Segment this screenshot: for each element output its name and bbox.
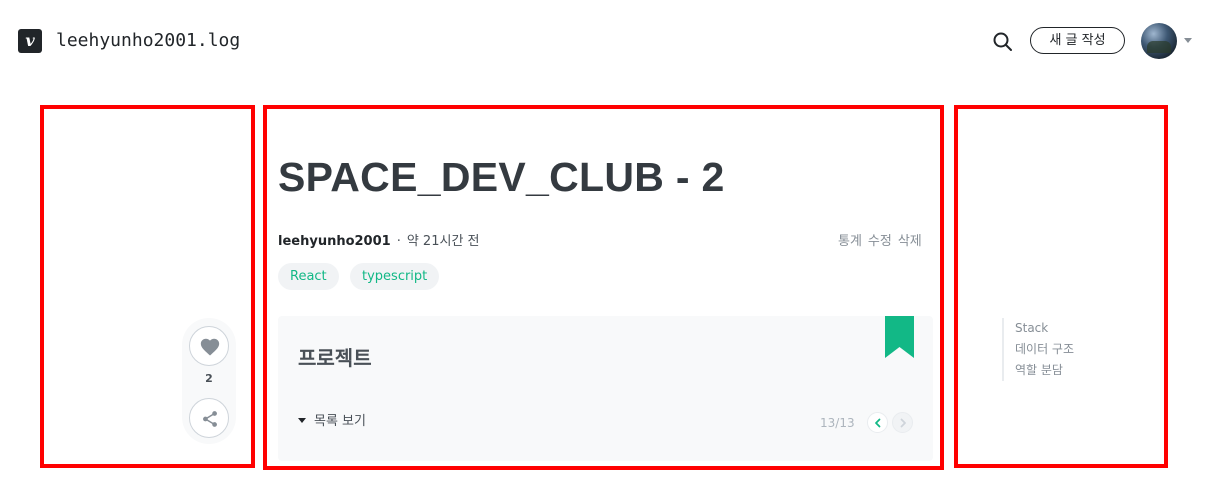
chevron-right-icon (900, 418, 906, 428)
toc-item-stack[interactable]: Stack (1015, 318, 1074, 339)
toc-item-data-structure[interactable]: 데이터 구조 (1015, 339, 1074, 360)
share-button[interactable] (189, 398, 229, 438)
velog-logo[interactable]: v (18, 29, 42, 53)
annotation-box-right (954, 105, 1168, 468)
series-next-button[interactable] (892, 412, 913, 433)
caret-down-icon[interactable] (1184, 38, 1192, 43)
series-card: 프로젝트 목록 보기 13/13 (278, 316, 933, 461)
search-button[interactable] (990, 29, 1016, 55)
share-icon (203, 411, 217, 427)
tag-typescript[interactable]: typescript (350, 263, 440, 290)
search-icon (993, 32, 1012, 51)
table-of-contents: Stack 데이터 구조 역할 분담 (1002, 318, 1074, 381)
caret-down-icon (298, 418, 306, 423)
series-list-toggle[interactable]: 목록 보기 (298, 413, 366, 431)
post-owner-actions: 통계 수정 삭제 (838, 233, 922, 251)
series-progress: 13/13 (820, 416, 855, 430)
delete-button[interactable]: 삭제 (898, 234, 922, 249)
tag-react[interactable]: React (278, 263, 339, 290)
stats-button[interactable]: 통계 (838, 234, 862, 249)
bookmark-icon (885, 316, 914, 358)
blog-name-link[interactable]: leehyunho2001.log (56, 29, 240, 53)
post-meta: leehyunho2001 · 약 21시간 전 (278, 233, 480, 251)
meta-separator: · (396, 234, 401, 249)
edit-button[interactable]: 수정 (868, 234, 892, 249)
series-title[interactable]: 프로젝트 (298, 344, 372, 372)
like-button[interactable] (189, 326, 229, 366)
floating-action-bar: 2 (182, 318, 236, 444)
chevron-left-icon (875, 418, 881, 428)
toc-item-role-division[interactable]: 역할 분담 (1015, 360, 1074, 381)
post-title: SPACE_DEV_CLUB - 2 (278, 154, 725, 200)
series-prev-button[interactable] (867, 412, 888, 433)
like-count: 2 (205, 372, 213, 385)
heart-icon (200, 338, 220, 356)
logo-letter: v (25, 31, 35, 50)
author-link[interactable]: leehyunho2001 (278, 234, 391, 249)
series-toggle-label: 목록 보기 (314, 414, 366, 429)
user-avatar[interactable] (1141, 23, 1177, 59)
post-time: 약 21시간 전 (406, 234, 480, 249)
new-post-button[interactable]: 새 글 작성 (1030, 27, 1125, 54)
